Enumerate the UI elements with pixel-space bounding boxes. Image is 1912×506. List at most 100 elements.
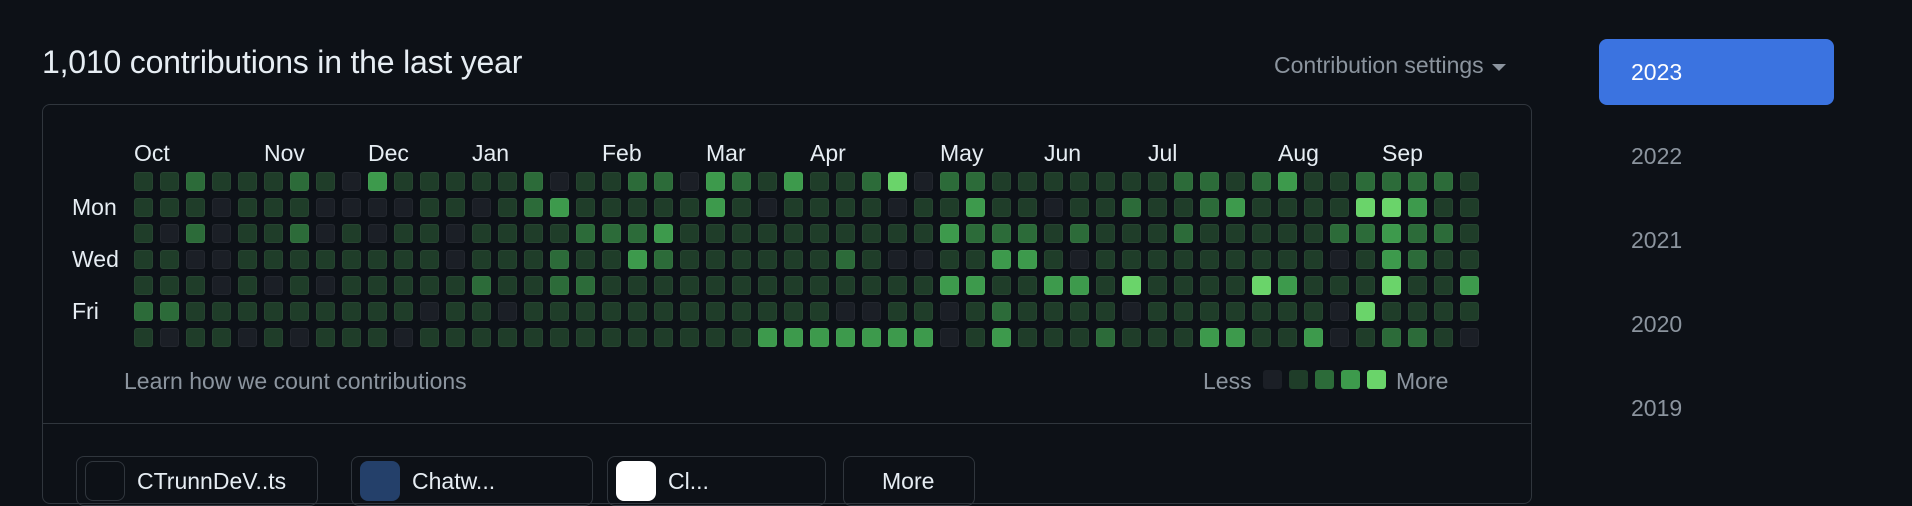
contribution-day-cell[interactable] bbox=[1304, 224, 1323, 243]
contribution-day-cell[interactable] bbox=[1148, 302, 1167, 321]
contribution-day-cell[interactable] bbox=[784, 276, 803, 295]
year-2022-button[interactable]: 2022 bbox=[1599, 123, 1834, 189]
contribution-day-cell[interactable] bbox=[680, 172, 699, 191]
contribution-day-cell[interactable] bbox=[550, 276, 569, 295]
contribution-day-cell[interactable] bbox=[680, 224, 699, 243]
contribution-day-cell[interactable] bbox=[1226, 224, 1245, 243]
contribution-day-cell[interactable] bbox=[1096, 198, 1115, 217]
contribution-day-cell[interactable] bbox=[654, 250, 673, 269]
contribution-day-cell[interactable] bbox=[316, 250, 335, 269]
contribution-day-cell[interactable] bbox=[238, 198, 257, 217]
contribution-day-cell[interactable] bbox=[1330, 172, 1349, 191]
contribution-day-cell[interactable] bbox=[368, 198, 387, 217]
contribution-day-cell[interactable] bbox=[550, 250, 569, 269]
contribution-day-cell[interactable] bbox=[186, 224, 205, 243]
contribution-day-cell[interactable] bbox=[394, 198, 413, 217]
contribution-day-cell[interactable] bbox=[1356, 198, 1375, 217]
contribution-day-cell[interactable] bbox=[1018, 276, 1037, 295]
contribution-day-cell[interactable] bbox=[602, 328, 621, 347]
contribution-day-cell[interactable] bbox=[1148, 198, 1167, 217]
contribution-day-cell[interactable] bbox=[966, 198, 985, 217]
contribution-day-cell[interactable] bbox=[160, 250, 179, 269]
contribution-day-cell[interactable] bbox=[368, 276, 387, 295]
contribution-day-cell[interactable] bbox=[966, 250, 985, 269]
contribution-day-cell[interactable] bbox=[888, 328, 907, 347]
contribution-day-cell[interactable] bbox=[836, 276, 855, 295]
contribution-day-cell[interactable] bbox=[160, 224, 179, 243]
contribution-day-cell[interactable] bbox=[550, 328, 569, 347]
contribution-day-cell[interactable] bbox=[1226, 302, 1245, 321]
contribution-day-cell[interactable] bbox=[472, 224, 491, 243]
contribution-day-cell[interactable] bbox=[238, 328, 257, 347]
contribution-day-cell[interactable] bbox=[524, 198, 543, 217]
contribution-day-cell[interactable] bbox=[966, 172, 985, 191]
contribution-day-cell[interactable] bbox=[810, 302, 829, 321]
contribution-day-cell[interactable] bbox=[706, 172, 725, 191]
contribution-day-cell[interactable] bbox=[498, 172, 517, 191]
contribution-day-cell[interactable] bbox=[888, 302, 907, 321]
contribution-day-cell[interactable] bbox=[420, 198, 439, 217]
learn-contributions-link[interactable]: Learn how we count contributions bbox=[124, 368, 467, 395]
contribution-day-cell[interactable] bbox=[1096, 224, 1115, 243]
contribution-day-cell[interactable] bbox=[394, 224, 413, 243]
contribution-day-cell[interactable] bbox=[1226, 198, 1245, 217]
contribution-day-cell[interactable] bbox=[186, 302, 205, 321]
contribution-day-cell[interactable] bbox=[862, 328, 881, 347]
contribution-day-cell[interactable] bbox=[602, 224, 621, 243]
contribution-day-cell[interactable] bbox=[1408, 302, 1427, 321]
contribution-day-cell[interactable] bbox=[264, 328, 283, 347]
contribution-day-cell[interactable] bbox=[602, 250, 621, 269]
contribution-day-cell[interactable] bbox=[914, 302, 933, 321]
contribution-day-cell[interactable] bbox=[654, 276, 673, 295]
contribution-day-cell[interactable] bbox=[706, 250, 725, 269]
contribution-day-cell[interactable] bbox=[1148, 172, 1167, 191]
contribution-day-cell[interactable] bbox=[1226, 172, 1245, 191]
contribution-day-cell[interactable] bbox=[472, 328, 491, 347]
contribution-day-cell[interactable] bbox=[1408, 172, 1427, 191]
contribution-day-cell[interactable] bbox=[810, 198, 829, 217]
contribution-day-cell[interactable] bbox=[1226, 276, 1245, 295]
contribution-day-cell[interactable] bbox=[1044, 276, 1063, 295]
contribution-day-cell[interactable] bbox=[576, 328, 595, 347]
contribution-day-cell[interactable] bbox=[758, 302, 777, 321]
contribution-day-cell[interactable] bbox=[992, 276, 1011, 295]
contribution-day-cell[interactable] bbox=[1252, 276, 1271, 295]
contribution-day-cell[interactable] bbox=[264, 302, 283, 321]
contribution-day-cell[interactable] bbox=[1408, 224, 1427, 243]
contribution-day-cell[interactable] bbox=[732, 328, 751, 347]
year-2021-button[interactable]: 2021 bbox=[1599, 207, 1834, 273]
contribution-day-cell[interactable] bbox=[186, 250, 205, 269]
contribution-day-cell[interactable] bbox=[1122, 250, 1141, 269]
contribution-day-cell[interactable] bbox=[1356, 328, 1375, 347]
contribution-day-cell[interactable] bbox=[498, 250, 517, 269]
contribution-day-cell[interactable] bbox=[1200, 250, 1219, 269]
contribution-day-cell[interactable] bbox=[1096, 172, 1115, 191]
contribution-day-cell[interactable] bbox=[446, 302, 465, 321]
contribution-day-cell[interactable] bbox=[342, 302, 361, 321]
contribution-day-cell[interactable] bbox=[992, 250, 1011, 269]
contribution-day-cell[interactable] bbox=[316, 328, 335, 347]
contribution-day-cell[interactable] bbox=[1460, 276, 1479, 295]
contribution-day-cell[interactable] bbox=[1018, 198, 1037, 217]
contribution-day-cell[interactable] bbox=[1434, 224, 1453, 243]
contribution-day-cell[interactable] bbox=[134, 276, 153, 295]
contribution-day-cell[interactable] bbox=[186, 328, 205, 347]
contribution-day-cell[interactable] bbox=[1434, 198, 1453, 217]
contribution-day-cell[interactable] bbox=[1122, 276, 1141, 295]
contribution-day-cell[interactable] bbox=[394, 250, 413, 269]
contribution-day-cell[interactable] bbox=[316, 172, 335, 191]
contribution-day-cell[interactable] bbox=[1044, 302, 1063, 321]
contribution-day-cell[interactable] bbox=[1408, 250, 1427, 269]
contribution-day-cell[interactable] bbox=[654, 328, 673, 347]
contribution-day-cell[interactable] bbox=[992, 198, 1011, 217]
contribution-day-cell[interactable] bbox=[524, 276, 543, 295]
contribution-settings-button[interactable]: Contribution settings bbox=[1274, 52, 1506, 79]
contribution-day-cell[interactable] bbox=[420, 172, 439, 191]
contribution-day-cell[interactable] bbox=[758, 172, 777, 191]
contribution-day-cell[interactable] bbox=[186, 276, 205, 295]
contribution-day-cell[interactable] bbox=[940, 198, 959, 217]
contribution-day-cell[interactable] bbox=[706, 328, 725, 347]
contribution-day-cell[interactable] bbox=[1460, 328, 1479, 347]
contribution-day-cell[interactable] bbox=[1174, 328, 1193, 347]
contribution-day-cell[interactable] bbox=[342, 276, 361, 295]
